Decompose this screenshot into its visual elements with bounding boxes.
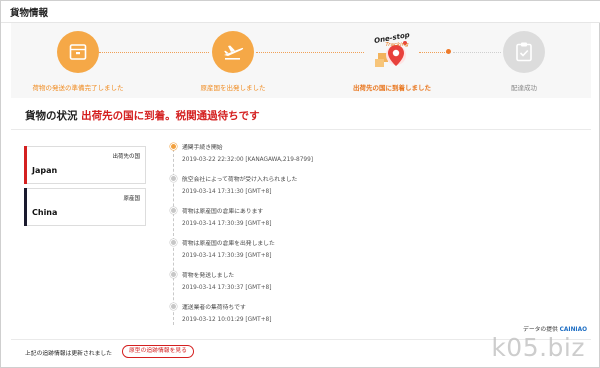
view-original-tracking-button[interactable]: 原型の追跡情報を見る (122, 345, 194, 358)
page-title: 貨物情報 (10, 8, 49, 19)
section-divider (11, 129, 591, 130)
timeline-dot (170, 175, 177, 182)
timeline-dot (170, 303, 177, 310)
country-type: 出荷先の国 (112, 154, 140, 160)
status-label: 貨物の状況 (25, 110, 78, 122)
timeline-event: 荷物は原産国の倉庫にあります (182, 209, 264, 215)
step-departed: 原産国を出発しました (168, 31, 298, 92)
timeline-time: 2019-03-14 17:30:37 [GMT+8] (182, 285, 272, 291)
country-type: 原産国 (123, 196, 140, 202)
tracking-timeline: 通関手続き開始 2019-03-22 22:32:00 [KANAGAWA,21… (169, 141, 499, 331)
origin-country-card: 原産国 China (24, 188, 146, 226)
timeline-dot (170, 271, 177, 278)
timeline-time: 2019-03-14 17:30:39 [GMT+8] (182, 253, 272, 259)
timeline-dot (170, 207, 177, 214)
update-note: 上記の追跡情報は更新されました (25, 351, 112, 357)
tracking-window: 貨物情報 荷物の発送の準備完了しました 原産国を出発しました 出荷先の国に到着し… (0, 0, 600, 368)
step-label: 出荷先の国に到着しました (353, 84, 431, 92)
timeline-time: 2019-03-14 17:31:30 [GMT+8] (182, 189, 272, 195)
country-name: China (32, 208, 58, 217)
timeline-event: 荷物を発送しました (182, 273, 235, 279)
destination-country-card: 出荷先の国 Japan (24, 146, 146, 184)
timeline-event: 航空会社によって荷物が受け入れられました (182, 177, 298, 183)
timeline-dot (170, 239, 177, 246)
clipboard-check-icon (503, 31, 545, 73)
progress-tracker: 荷物の発送の準備完了しました 原産国を出発しました 出荷先の国に到着しました O… (11, 23, 591, 98)
airplane-icon (212, 31, 254, 73)
step-prepared: 荷物の発送の準備完了しました (13, 31, 143, 92)
status-value: 出荷先の国に到着。税関通過待ちです (81, 110, 260, 122)
timeline-time: 2019-03-12 10:01:29 [GMT+8] (182, 317, 272, 323)
step-label: 配達成功 (511, 84, 537, 92)
onestop-tracking-badge: One-stop Tracking (373, 30, 411, 48)
step-label: 荷物の発送の準備完了しました (32, 84, 124, 92)
step-delivered: 配達成功 (459, 31, 589, 92)
timeline-event: 運送業者の集荷待ちです (182, 305, 246, 311)
timeline-event: 通関手続き開始 (182, 145, 223, 151)
header-bar: 貨物情報 (1, 1, 600, 23)
shipment-status: 貨物の状況 出荷先の国に到着。税関通過待ちです (25, 108, 260, 123)
timeline-time: 2019-03-14 17:30:39 [GMT+8] (182, 221, 272, 227)
step-label: 原産国を出発しました (200, 84, 266, 92)
timeline-dot-active (170, 143, 177, 150)
package-icon (57, 31, 99, 73)
country-name: Japan (32, 166, 58, 175)
timeline-time: 2019-03-22 22:32:00 [KANAGAWA,219-8799] (182, 157, 314, 163)
data-provider: データの提供 CAINIAO (523, 324, 587, 333)
timeline-event: 荷物は原産国の倉庫を出発しました (182, 241, 275, 247)
watermark-text: k05.biz (491, 333, 585, 362)
